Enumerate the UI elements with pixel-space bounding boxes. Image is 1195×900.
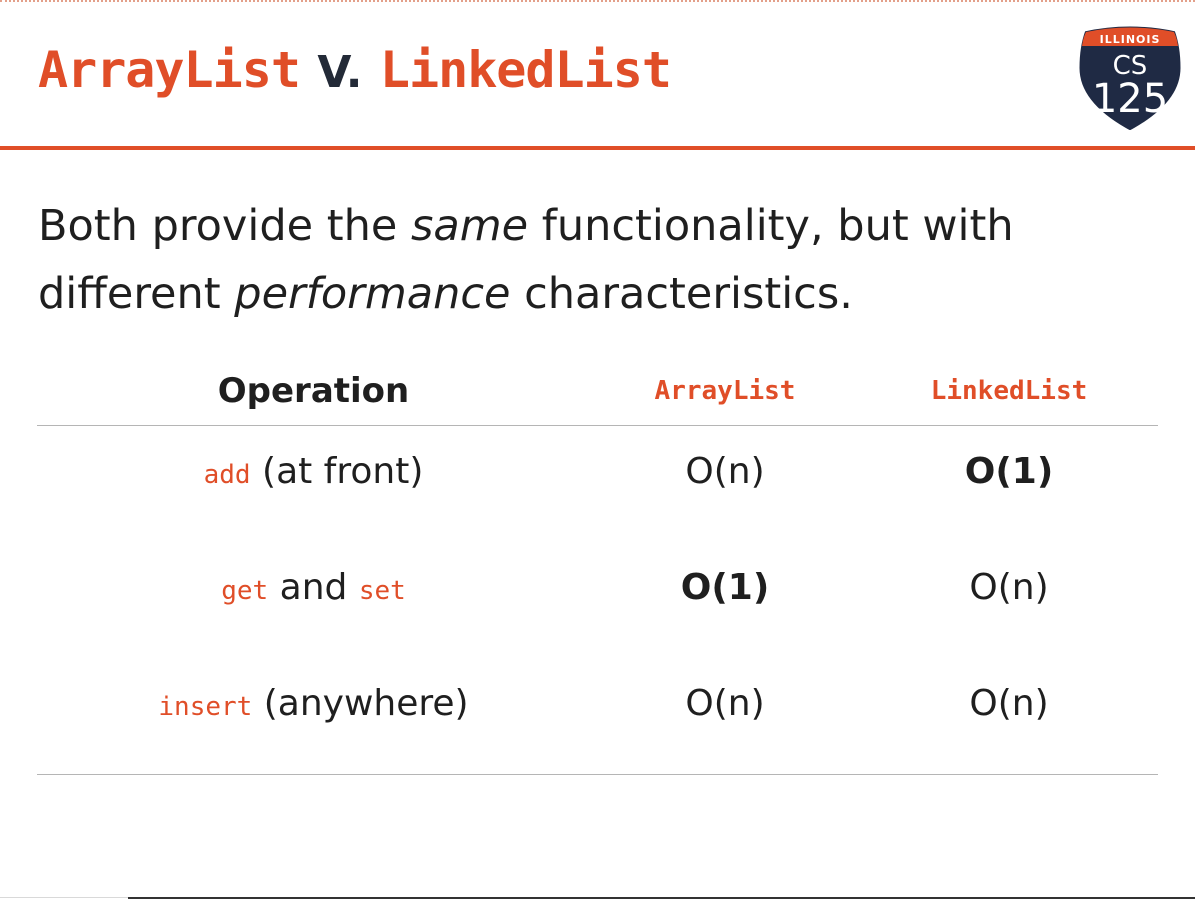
op-text: (anywhere) xyxy=(252,683,469,724)
intro-text: Both provide the same functionality, but… xyxy=(38,192,1158,328)
intro-part-3: characteristics. xyxy=(510,269,853,319)
header-linkedlist: LinkedList xyxy=(930,376,1088,406)
table-header-row: Operation ArrayList LinkedList xyxy=(37,355,1158,426)
top-dotted-border xyxy=(0,0,1195,2)
op-code-add: add xyxy=(203,460,251,490)
title-separator: V. xyxy=(317,47,363,98)
illinois-cs125-shield-logo: ILLINOIS CS 125 xyxy=(1076,24,1184,134)
intro-part-1: Both provide the xyxy=(38,201,411,251)
header-arraylist: ArrayList xyxy=(654,376,796,406)
linkedlist-cell: O(n) xyxy=(969,683,1049,724)
operation-cell: get and set xyxy=(37,542,590,637)
arraylist-cell: O(1) xyxy=(680,567,770,608)
table-row: add (at front) O(n) O(1) xyxy=(37,426,1158,542)
linkedlist-cell: O(n) xyxy=(969,567,1049,608)
linkedlist-cell: O(1) xyxy=(964,451,1054,492)
arraylist-cell: O(n) xyxy=(685,451,765,492)
slide-title: ArrayList V. LinkedList xyxy=(38,40,672,100)
intro-emphasis-performance: performance xyxy=(234,269,511,319)
op-text: (at front) xyxy=(250,451,424,492)
header-rule xyxy=(0,146,1195,150)
table-row: get and set O(1) O(n) xyxy=(37,542,1158,658)
title-arraylist: ArrayList xyxy=(38,41,301,99)
op-code-set: set xyxy=(358,576,406,606)
complexity-table: Operation ArrayList LinkedList add (at f… xyxy=(37,355,1158,775)
table-row: insert (anywhere) O(n) O(n) xyxy=(37,658,1158,775)
op-code-insert: insert xyxy=(158,692,253,722)
intro-emphasis-same: same xyxy=(410,201,529,251)
header-operation: Operation xyxy=(217,371,410,411)
bottom-border xyxy=(128,897,1195,899)
logo-125-text: 125 xyxy=(1092,76,1168,122)
op-text: and xyxy=(268,567,359,608)
operation-cell: add (at front) xyxy=(37,426,590,521)
bottom-border-left xyxy=(0,897,128,898)
title-linkedlist: LinkedList xyxy=(379,41,672,99)
arraylist-cell: O(n) xyxy=(685,683,765,724)
logo-banner-text: ILLINOIS xyxy=(1100,33,1161,46)
op-code-get: get xyxy=(221,576,269,606)
operation-cell: insert (anywhere) xyxy=(37,658,590,753)
